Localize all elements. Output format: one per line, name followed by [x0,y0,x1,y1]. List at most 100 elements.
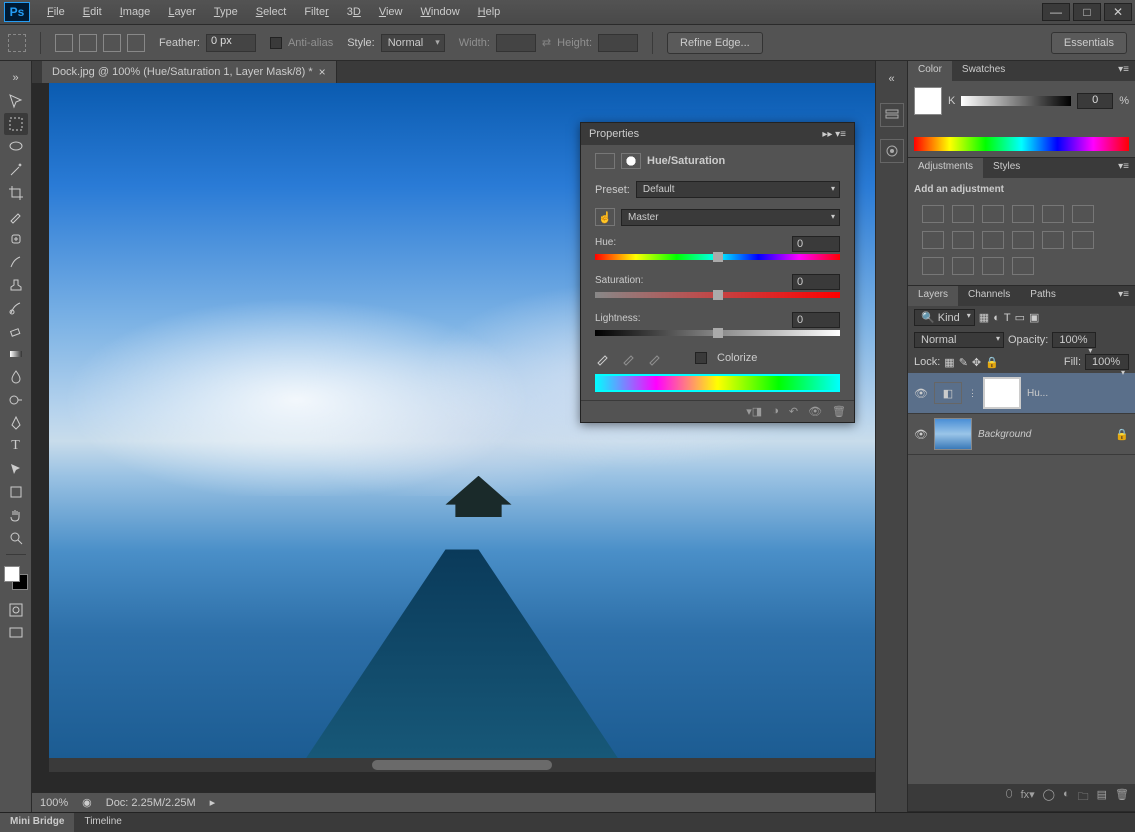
color-swatch[interactable] [914,87,942,115]
toggle-visibility-icon[interactable]: 👁 [808,405,822,418]
visibility-toggle-icon[interactable]: 👁 [914,387,928,400]
close-tab-icon[interactable]: × [319,65,326,79]
menu-layer[interactable]: Layer [159,2,205,22]
layer-filter-kind[interactable]: 🔍 Kind [914,309,975,326]
antialias-checkbox[interactable] [270,37,282,49]
blend-mode-select[interactable]: Normal [914,332,1004,348]
layer-mask-icon[interactable]: ◯ [1043,788,1055,807]
color-k-value[interactable]: 0 [1077,93,1113,109]
marquee-tool[interactable] [4,113,28,135]
preset-select[interactable]: Default [636,181,840,198]
layer-name[interactable]: Hu... [1027,388,1129,399]
menu-file[interactable]: File [38,2,74,22]
eyedropper-icon[interactable] [595,350,611,366]
dodge-tool[interactable] [4,389,28,411]
pen-tool[interactable] [4,412,28,434]
feather-input[interactable]: 0 px [206,34,256,52]
filter-type-icon[interactable]: T [1004,312,1011,324]
view-previous-icon[interactable]: ◑ [772,405,779,418]
lasso-tool[interactable] [4,136,28,158]
adj-gradientmap-icon[interactable] [982,257,1004,275]
fill-input[interactable]: 100% [1085,354,1129,370]
zoom-tool[interactable] [4,527,28,549]
targeted-adjust-icon[interactable]: ☝ [595,208,615,226]
adj-levels-icon[interactable] [952,205,974,223]
menu-window[interactable]: Window [412,2,469,22]
hue-range-spectrum[interactable] [595,374,840,392]
status-flyout-icon[interactable]: ▸ [210,796,216,809]
foreground-background-colors[interactable] [4,566,28,590]
tab-adjustments[interactable]: Adjustments [908,158,983,178]
adj-huesat-icon[interactable] [1072,205,1094,223]
tab-timeline[interactable]: Timeline [74,813,131,832]
quickmask-tool[interactable] [4,599,28,621]
channel-select[interactable]: Master [621,209,840,226]
lock-pixels-icon[interactable]: ✎ [959,356,968,369]
menu-image[interactable]: Image [111,2,160,22]
adj-posterize-icon[interactable] [922,257,944,275]
adj-channelmixer-icon[interactable] [1012,231,1034,249]
layer-thumb[interactable] [934,418,972,450]
hue-value[interactable]: 0 [792,236,840,252]
layer-name[interactable]: Background [978,429,1109,440]
layer-row-background[interactable]: 👁 Background 🔒 [908,414,1135,455]
reset-icon[interactable]: ↶ [789,405,798,418]
new-layer-icon[interactable]: ▤ [1097,788,1107,807]
adj-selectivecolor-icon[interactable] [1012,257,1034,275]
selection-add-icon[interactable] [79,34,97,52]
menu-type[interactable]: Type [205,2,247,22]
new-fill-adjust-icon[interactable]: ◐ [1063,788,1070,807]
hue-slider[interactable] [595,254,840,264]
selection-subtract-icon[interactable] [103,34,121,52]
shape-tool[interactable] [4,481,28,503]
maximize-button[interactable]: □ [1073,3,1101,21]
menu-select[interactable]: Select [247,2,296,22]
filter-shape-icon[interactable]: ▭ [1015,311,1025,324]
eyedropper-sub-icon[interactable] [647,350,663,366]
clip-to-layer-icon[interactable]: ▾◨ [746,405,762,418]
lock-position-icon[interactable]: ✥ [972,356,981,369]
adj-colorlookup-icon[interactable] [1042,231,1064,249]
tab-styles[interactable]: Styles [983,158,1030,178]
delete-layer-icon[interactable]: 🗑 [1115,788,1129,807]
rotate-view-icon[interactable]: ◉ [82,796,92,809]
menu-filter[interactable]: Filter [295,2,337,22]
colorize-checkbox[interactable] [695,352,707,364]
collapse-panel-icon[interactable]: ▸▸ ▾≡ [822,129,846,140]
adj-colorbalance-icon[interactable] [922,231,944,249]
new-group-icon[interactable]: 🗀 [1078,788,1089,807]
adj-invert-icon[interactable] [1072,231,1094,249]
blur-tool[interactable] [4,366,28,388]
adj-bw-icon[interactable] [952,231,974,249]
adj-brightness-icon[interactable] [922,205,944,223]
layer-fx-icon[interactable]: fx▾ [1021,788,1035,807]
filter-adjust-icon[interactable]: ◐ [993,312,1000,324]
history-panel-icon[interactable] [880,103,904,127]
type-tool[interactable]: T [4,435,28,457]
path-select-tool[interactable] [4,458,28,480]
tab-minibridge[interactable]: Mini Bridge [0,813,74,832]
adj-curves-icon[interactable] [982,205,1004,223]
properties-panel[interactable]: Properties ▸▸ ▾≡ Hue/Saturation Preset: … [580,122,855,423]
hand-tool[interactable] [4,504,28,526]
refine-edge-button[interactable]: Refine Edge... [667,32,763,54]
panel-menu-icon[interactable]: ▾≡ [1112,61,1135,81]
saturation-value[interactable]: 0 [792,274,840,290]
tab-channels[interactable]: Channels [958,286,1020,306]
adj-exposure-icon[interactable] [1012,205,1034,223]
gradient-tool[interactable] [4,343,28,365]
document-tab[interactable]: Dock.jpg @ 100% (Hue/Saturation 1, Layer… [42,61,337,83]
opacity-input[interactable]: 100% [1052,332,1096,348]
adj-threshold-icon[interactable] [952,257,974,275]
selection-intersect-icon[interactable] [127,34,145,52]
menu-help[interactable]: Help [469,2,510,22]
tab-color[interactable]: Color [908,61,952,81]
healing-tool[interactable] [4,228,28,250]
lock-all-icon[interactable]: 🔒 [985,356,999,369]
color-spectrum[interactable] [914,137,1129,151]
color-k-slider[interactable] [961,96,1071,106]
tab-paths[interactable]: Paths [1020,286,1066,306]
link-layers-icon[interactable]: ⬯ [1006,788,1013,807]
filter-pixel-icon[interactable]: ▦ [979,311,989,324]
expand-dock-icon[interactable]: « [880,67,904,91]
